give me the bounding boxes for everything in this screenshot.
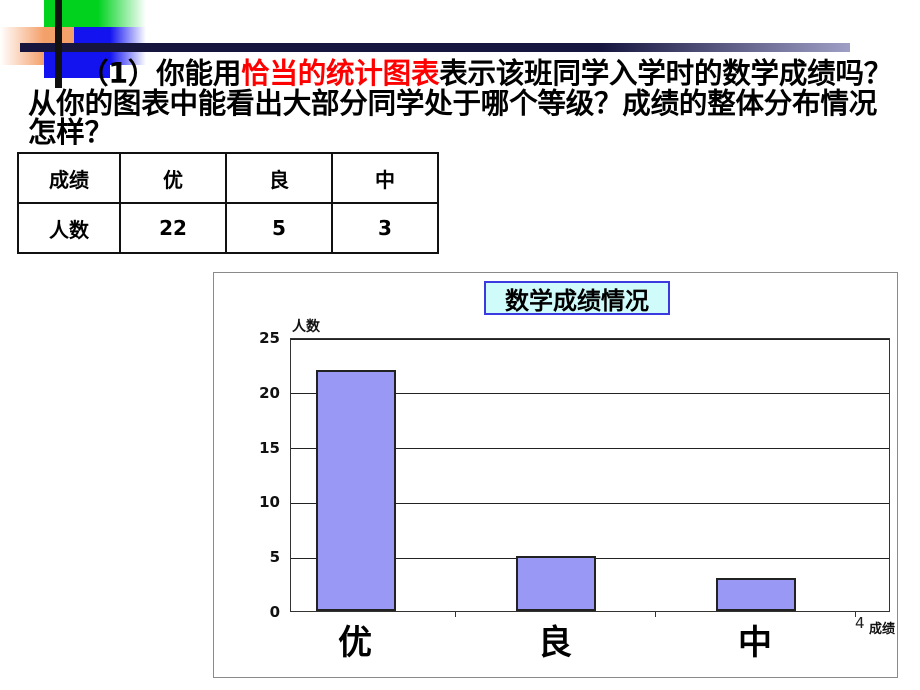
table-cell-header-3: 中 [331, 152, 439, 204]
bar [316, 369, 396, 611]
y-axis-tick-label: 5 [269, 548, 280, 567]
x-axis-title: 成绩 [869, 622, 896, 637]
grade-count-table: 成绩 优 良 中 人数 22 5 3 [17, 152, 439, 254]
table-cell-header-0: 成绩 [17, 152, 121, 204]
y-axis-tick-label: 0 [269, 603, 280, 621]
gridline [291, 338, 889, 340]
table-cell-header-2: 良 [225, 152, 333, 204]
chart-title: 数学成绩情况 [484, 281, 670, 315]
y-axis-tick-label: 15 [259, 438, 280, 457]
table-cell-value-0: 人数 [17, 202, 121, 254]
bar [516, 556, 596, 611]
question-highlight: 恰当的统计图表 [241, 57, 440, 90]
y-axis-tick-label: 10 [259, 493, 280, 512]
page-number: 4 [855, 614, 865, 632]
y-axis-tick-label: 25 [259, 329, 280, 347]
table-row-values: 人数 22 5 3 [17, 202, 439, 254]
question-prefix: （1）你能用 [80, 57, 242, 90]
deco-horizontal-bar-dark [20, 43, 320, 52]
x-axis-tick-mark [455, 612, 456, 617]
table-cell-value-3: 3 [331, 202, 439, 254]
bar [716, 578, 796, 611]
x-axis-tick-label: 优 [338, 623, 372, 663]
table-row-header: 成绩 优 良 中 [17, 152, 439, 204]
x-axis-tick-mark [655, 612, 656, 617]
x-axis-tick-label: 中 [738, 623, 772, 663]
y-axis-title: 人数 [292, 319, 320, 335]
table-cell-value-2: 5 [225, 202, 333, 254]
x-axis-tick-label: 良 [538, 623, 572, 663]
plot-area [290, 338, 890, 612]
question-paragraph: （1）你能用恰当的统计图表表示该班同学入学时的数学成绩吗？从你的图表中能看出大部… [28, 59, 900, 148]
table-cell-header-1: 优 [119, 152, 227, 204]
y-axis-tick-label: 20 [259, 383, 280, 402]
table-cell-value-1: 22 [119, 202, 227, 254]
